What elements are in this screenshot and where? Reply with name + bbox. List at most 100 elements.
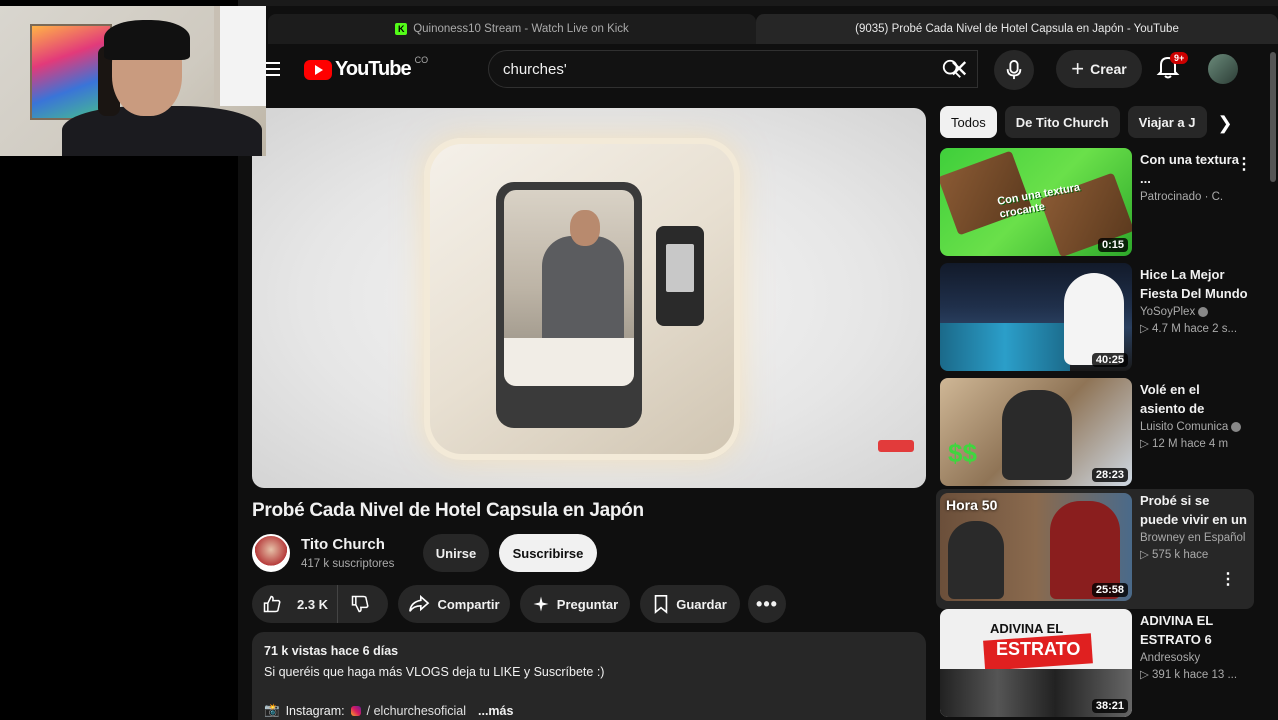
recommendation-channel: Andresosky <box>1140 652 1201 664</box>
description-text: Si queréis que haga más VLOGS deja tu LI… <box>264 665 605 679</box>
bookmark-icon <box>654 595 668 614</box>
recommendation-info: Hice La Mejor Fiesta Del Mundo YoSoyPlex… <box>1140 265 1248 335</box>
recommendation-item[interactable]: $$ 28:23 Volé en el asiento de $15,000 c… <box>940 378 1252 490</box>
recommendation-thumbnail[interactable]: Con una textura crocante 0:15 <box>940 148 1132 256</box>
chevron-right-icon[interactable]: ❯ <box>1212 110 1238 136</box>
subscribe-watermark[interactable] <box>878 440 914 452</box>
recommendation-item[interactable]: ADIVINA EL ESTRATO 38:21 ADIVINA EL ESTR… <box>940 609 1252 720</box>
youtube-play-icon <box>304 59 332 80</box>
instagram-line: 📸 Instagram: / elchurchesoficial ...más <box>264 703 914 718</box>
more-horizontal-icon: ••• <box>756 593 778 614</box>
recommendation-item-hovered[interactable]: Hora 50 25:58 Probé si se puede vivir en… <box>936 489 1254 609</box>
recommendation-item[interactable]: 40:25 Hice La Mejor Fiesta Del Mundo YoS… <box>940 263 1252 375</box>
recommendation-info: Probé si se puede vivir en un hotel ... … <box>1140 491 1248 561</box>
related-filter-chips: Todos De Tito Church Viajar a J <box>940 106 1238 140</box>
recommendation-thumbnail[interactable]: ADIVINA EL ESTRATO 38:21 <box>940 609 1132 717</box>
recommendation-channel: Patrocinado · C. <box>1140 191 1224 203</box>
more-vertical-icon[interactable]: ⋮ <box>1236 154 1252 174</box>
dislike-button[interactable] <box>338 594 388 614</box>
show-more-link[interactable]: ...más <box>478 704 513 718</box>
recommendation-title[interactable]: ADIVINA EL ESTRATO 6 <box>1140 611 1248 649</box>
channel-name[interactable]: Tito Church <box>301 536 385 553</box>
video-frame-capsule <box>424 138 740 460</box>
chip-channel[interactable]: De Tito Church <box>1004 106 1120 138</box>
recommendation-title[interactable]: Hice La Mejor Fiesta Del Mundo <box>1140 265 1248 303</box>
instagram-link[interactable]: / elchurchesoficial <box>367 704 466 718</box>
webcam-overlay <box>0 6 266 156</box>
thumbnail-text: ADIVINA EL <box>990 621 1064 636</box>
tab-youtube-video[interactable]: (9035) Probé Cada Nivel de Hotel Capsula… <box>756 14 1278 68</box>
join-button[interactable]: Unirse <box>423 534 489 572</box>
room-window <box>214 6 266 106</box>
more-vertical-icon[interactable]: ⋮ <box>1220 569 1236 589</box>
recommendation-title[interactable]: Probé si se puede vivir en un hotel ... <box>1140 491 1248 529</box>
chip-todos[interactable]: Todos <box>940 106 997 138</box>
logo-wordmark: YouTube <box>335 58 412 80</box>
capsule-door <box>496 182 642 428</box>
recommendation-info: Con una textura ... Patrocinado · C. <box>1140 150 1248 203</box>
capsule-control-panel <box>656 226 704 326</box>
search-icon <box>942 59 961 78</box>
capsule-bed <box>504 338 634 386</box>
recommendation-thumbnail[interactable]: Hora 50 25:58 <box>940 493 1132 601</box>
account-avatar[interactable] <box>1208 54 1238 84</box>
video-player[interactable] <box>252 108 926 488</box>
description-box[interactable]: 71 k vistas hace 6 días Si queréis que h… <box>252 632 926 720</box>
kick-icon: K <box>395 23 408 35</box>
microphone-icon <box>1006 60 1022 80</box>
thumbs-down-icon <box>351 595 369 613</box>
page-scrollbar[interactable] <box>1268 44 1278 720</box>
recommendation-meta: ▷ 12 M hace 4 m <box>1140 438 1229 450</box>
recommendation-item[interactable]: Con una textura crocante 0:15 Con una te… <box>940 148 1252 260</box>
streamer-cap <box>104 20 190 60</box>
tab-kick-stream[interactable]: K Quinoness10 Stream - Watch Live on Kic… <box>268 14 756 44</box>
share-label: Compartir <box>437 596 500 612</box>
recommendation-channel: YoSoyPlex <box>1140 306 1248 318</box>
tab-label: Quinoness10 Stream - Watch Live on Kick <box>413 23 629 35</box>
subscribe-button[interactable]: Suscribirse <box>499 534 597 572</box>
scrollbar-thumb[interactable] <box>1270 52 1276 182</box>
chip-travel[interactable]: Viajar a J <box>1127 106 1207 138</box>
tab-label: (9035) Probé Cada Nivel de Hotel Capsula… <box>855 23 1179 35</box>
recommendation-info: ADIVINA EL ESTRATO 6 Andresosky ▷ 391 k … <box>1140 611 1248 681</box>
recommendation-title[interactable]: Con una textura ... <box>1140 150 1248 188</box>
like-button[interactable]: 2.3 K <box>252 585 338 623</box>
create-button[interactable]: + Crear <box>1056 50 1142 88</box>
save-button[interactable]: Guardar <box>640 585 740 623</box>
share-button[interactable]: Compartir <box>398 585 510 623</box>
ask-button[interactable]: Preguntar <box>520 585 630 623</box>
youtube-logo[interactable]: YouTube CO <box>304 54 429 81</box>
search-button[interactable] <box>926 50 978 88</box>
channel-avatar[interactable] <box>252 534 290 572</box>
instagram-icon <box>350 705 361 716</box>
thumbnail-text: ESTRATO <box>996 639 1081 659</box>
share-icon <box>409 594 430 612</box>
sparkle-icon <box>533 596 549 612</box>
menu-icon[interactable] <box>266 62 280 76</box>
plus-icon: + <box>1071 56 1085 81</box>
video-duration: 40:25 <box>1091 353 1128 367</box>
verified-icon <box>1198 306 1209 317</box>
like-count: 2.3 K <box>297 596 329 612</box>
voice-search-button[interactable] <box>994 50 1034 90</box>
country-code: CO <box>414 54 429 65</box>
more-actions-button[interactable]: ••• <box>748 585 786 623</box>
camera-emoji-icon: 📸 <box>264 703 280 717</box>
recommendation-meta: ▷ 575 k hace <box>1140 549 1209 561</box>
recommendation-meta: ▷ 391 k hace 13 ... <box>1140 669 1238 681</box>
recommendation-info: Volé en el asiento de $15,000 con ... Lu… <box>1140 380 1248 450</box>
recommendation-thumbnail[interactable]: $$ 28:23 <box>940 378 1132 486</box>
subscriber-count: 417 k suscriptores <box>301 558 395 570</box>
recommendation-title[interactable]: Volé en el asiento de $15,000 con ... <box>1140 380 1248 418</box>
ask-label: Preguntar <box>556 596 619 612</box>
tabstrip-topline <box>238 0 1278 6</box>
capsule-interior <box>504 190 634 386</box>
search-box: ✕ <box>488 50 978 88</box>
search-input[interactable] <box>503 60 941 78</box>
like-dislike-group: 2.3 K <box>252 585 388 623</box>
recommendation-thumbnail[interactable]: 40:25 <box>940 263 1132 371</box>
masthead: YouTube CO ✕ + Crear 9+ <box>238 44 1278 100</box>
video-duration: 28:23 <box>1091 468 1128 482</box>
video-duration: 38:21 <box>1091 699 1128 713</box>
notifications-button[interactable]: 9+ <box>1156 52 1189 84</box>
